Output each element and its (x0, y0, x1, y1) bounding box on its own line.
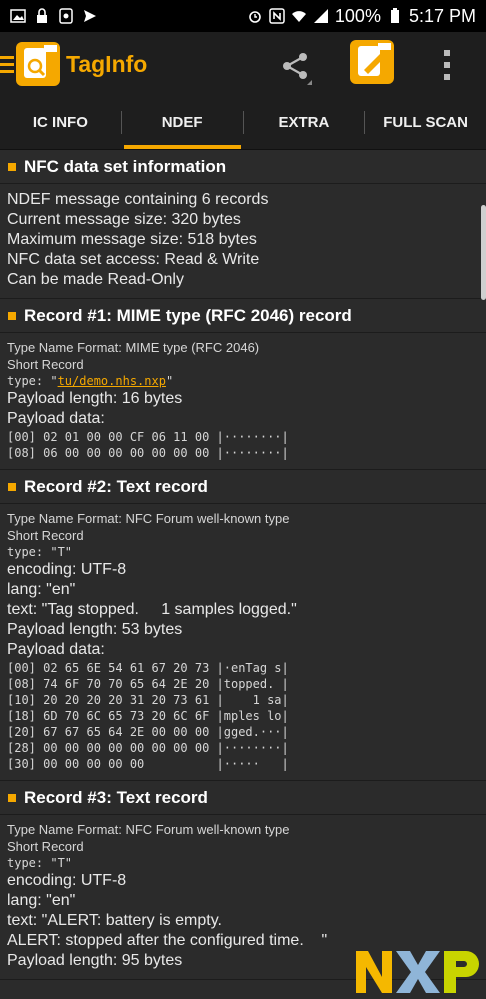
section-header-info: NFC data set information (0, 150, 486, 184)
section-title: NFC data set information (24, 156, 227, 176)
lock-icon (37, 8, 47, 23)
lang-line: lang: "en" (7, 892, 76, 909)
payload-data-label: Payload data: (7, 410, 105, 427)
hex-line: [20] 67 67 65 64 2E 00 00 00 |gged.···| (7, 725, 289, 739)
app-bar: TagInfo (0, 32, 486, 96)
text-line: text: "ALERT: battery is empty. (7, 912, 222, 929)
type-line: type: "T" (7, 545, 73, 559)
send-icon (84, 10, 96, 22)
taginfo-logo-icon (24, 45, 57, 78)
tnf-text: Type Name Format: NFC Forum well-known t… (7, 822, 290, 837)
system-icons: 100% 5:17 PM (247, 6, 476, 27)
tag-edit-icon (358, 43, 391, 76)
payload-data-label: Payload data: (7, 641, 105, 658)
tab-bar: IC INFO NDEF EXTRA FULL SCAN (0, 96, 486, 150)
scrollbar-thumb[interactable] (481, 205, 486, 300)
ndef-content[interactable]: NFC data set information NDEF message co… (0, 150, 486, 980)
tab-extra[interactable]: EXTRA (244, 96, 365, 149)
nfc-icon (269, 8, 285, 24)
alarm-icon (249, 11, 261, 23)
record1-block: Type Name Format: MIME type (RFC 2046) S… (0, 333, 486, 470)
bullet-icon (8, 162, 16, 171)
type-line: type: "tu/demo.nhs.nxp" (7, 373, 479, 389)
lang-line: lang: "en" (7, 581, 76, 598)
info-line: Current message size: 320 bytes (7, 211, 241, 228)
info-line: Can be made Read-Only (7, 271, 184, 288)
section-header-record1: Record #1: MIME type (RFC 2046) record (0, 299, 486, 333)
bullet-icon (8, 311, 16, 320)
tab-full-scan[interactable]: FULL SCAN (365, 96, 486, 149)
bullet-icon (8, 793, 16, 802)
section-title: Record #1: MIME type (RFC 2046) record (24, 305, 352, 325)
info-line: Maximum message size: 518 bytes (7, 231, 257, 248)
type-prefix: type: " (7, 374, 58, 388)
text-line: text: "Tag stopped. 1 samples logged." (7, 601, 297, 618)
short-record-text: Short Record (7, 357, 84, 372)
payload-length: Payload length: 53 bytes (7, 621, 183, 638)
type-link[interactable]: tu/demo.nhs.nxp (58, 374, 166, 388)
type-line: type: "T" (7, 856, 73, 870)
section-title: Record #2: Text record (24, 476, 208, 496)
tab-ic-info[interactable]: IC INFO (0, 96, 121, 149)
hex-line: [30] 00 00 00 00 00 |····· | (7, 757, 289, 771)
hex-line: [18] 6D 70 6C 65 73 20 6C 6F |mples lo| (7, 709, 289, 723)
short-record-text: Short Record (7, 528, 84, 543)
encoding-line: encoding: UTF-8 (7, 561, 127, 578)
signal-icon (313, 9, 328, 23)
section-header-record3: Record #3: Text record (0, 781, 486, 815)
hex-line: [00] 02 01 00 00 CF 06 11 00 |········| (7, 430, 289, 444)
app-title: TagInfo (66, 50, 148, 77)
encoding-line: encoding: UTF-8 (7, 872, 127, 889)
scan-app-icon[interactable] (350, 40, 394, 84)
info-line: NDEF message containing 6 records (7, 191, 269, 208)
battery-icon (390, 8, 399, 23)
hex-line: [08] 06 00 00 00 00 00 00 00 |········| (7, 446, 289, 460)
type-suffix: " (165, 374, 174, 388)
info-line: NFC data set access: Read & Write (7, 251, 260, 268)
hex-line: [10] 20 20 20 20 31 20 73 61 | 1 sa| (7, 693, 289, 707)
section-header-record2: Record #2: Text record (0, 470, 486, 504)
clock: 5:17 PM (408, 5, 476, 26)
section-title: Record #3: Text record (24, 787, 208, 807)
tab-ndef[interactable]: NDEF (122, 96, 243, 149)
battery-percent: 100% (334, 5, 381, 26)
short-record-text: Short Record (7, 839, 84, 854)
screenshot-icon (59, 8, 73, 24)
hex-line: [00] 02 65 6E 54 61 67 20 73 |·enTag s| (7, 661, 289, 675)
info-block: NDEF message containing 6 records Curren… (0, 184, 486, 299)
tnf-text: Type Name Format: NFC Forum well-known t… (7, 511, 290, 526)
hex-line: [28] 00 00 00 00 00 00 00 00 |········| (7, 741, 289, 755)
notification-icons (10, 8, 98, 24)
wifi-icon (291, 11, 306, 22)
status-bar: 100% 5:17 PM (0, 0, 486, 32)
payload-length: Payload length: 16 bytes (7, 390, 183, 407)
app-logo[interactable] (16, 42, 60, 86)
tnf-text: Type Name Format: MIME type (RFC 2046) (7, 340, 260, 355)
menu-icon[interactable] (0, 55, 14, 73)
record2-block: Type Name Format: NFC Forum well-known t… (0, 504, 486, 781)
share-icon[interactable] (278, 50, 314, 86)
bullet-icon (8, 482, 16, 491)
image-icon (10, 9, 26, 23)
nxp-logo-icon (356, 951, 479, 993)
hex-line: [08] 74 6F 70 70 65 64 2E 20 |topped. | (7, 677, 289, 691)
overflow-menu-icon[interactable] (444, 50, 452, 80)
